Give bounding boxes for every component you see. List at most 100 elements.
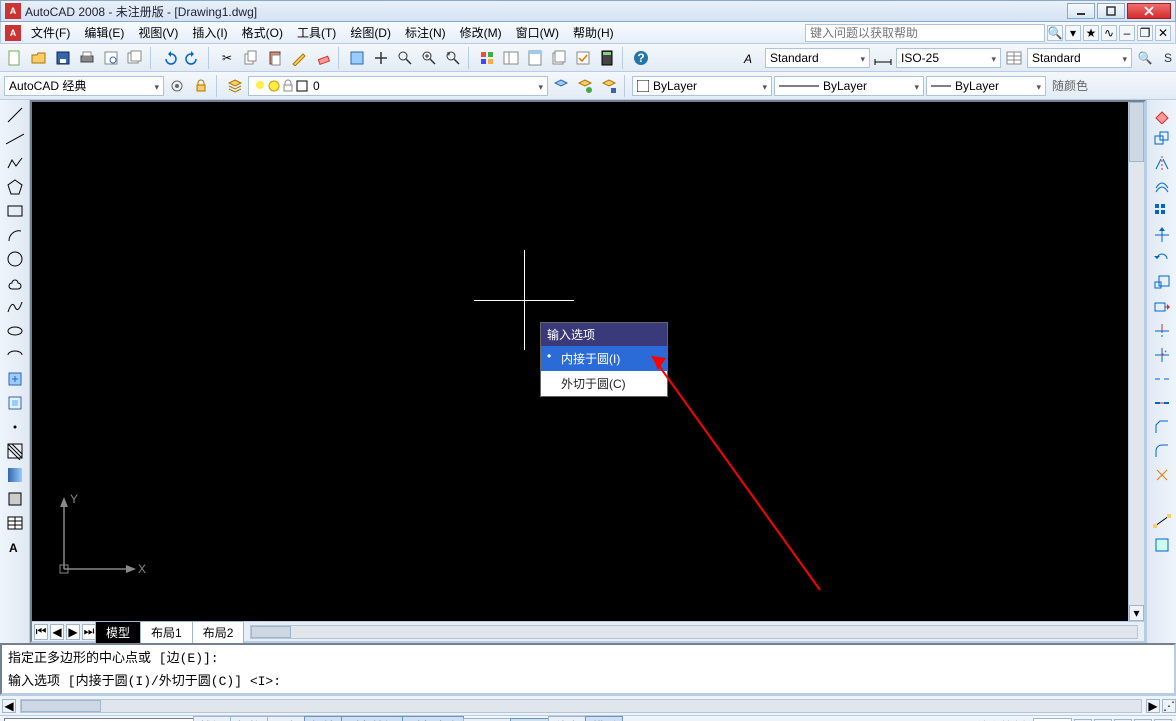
redo-icon[interactable] (182, 47, 204, 69)
cmd-scroll-right-icon[interactable]: ▶ (1146, 699, 1160, 713)
table-icon[interactable] (3, 512, 27, 534)
match-prop-icon[interactable] (288, 47, 310, 69)
dim-style-icon[interactable] (872, 47, 894, 69)
move-icon[interactable] (1150, 224, 1174, 246)
vscroll-thumb[interactable] (1129, 102, 1144, 162)
explode-icon[interactable] (1150, 464, 1174, 486)
tab-layout1[interactable]: 布局1 (140, 621, 193, 643)
menu-view[interactable]: 视图(V) (132, 22, 184, 43)
help-search-input[interactable] (805, 24, 1045, 42)
zoom-window-icon[interactable] (418, 47, 440, 69)
ellipse-icon[interactable] (3, 320, 27, 342)
rotate-icon[interactable] (1150, 248, 1174, 270)
distance-icon[interactable] (1150, 510, 1174, 532)
mtext-icon[interactable]: A (3, 536, 27, 558)
tab-prev-icon[interactable]: ◀ (50, 624, 64, 640)
save-icon[interactable] (52, 47, 74, 69)
toggle-ducs[interactable]: DUCS (463, 718, 511, 721)
toggle-lwt[interactable]: 线宽 (548, 716, 586, 721)
menu-edit[interactable]: 编辑(E) (78, 22, 130, 43)
menu-draw[interactable]: 绘图(D) (344, 22, 397, 43)
make-block-icon[interactable] (3, 392, 27, 414)
maximize-button[interactable] (1097, 3, 1125, 19)
open-icon[interactable] (28, 47, 50, 69)
toggle-ortho[interactable]: 正交 (267, 716, 305, 721)
tab-first-icon[interactable]: ⏮ (34, 624, 48, 640)
fillet-icon[interactable] (1150, 440, 1174, 462)
cmd-scroll-left-icon[interactable]: ◀ (2, 699, 16, 713)
toggle-snap[interactable]: 捕捉 (193, 716, 231, 721)
horizontal-scrollbar[interactable] (250, 625, 1138, 639)
mirror-icon[interactable] (1150, 152, 1174, 174)
cmd-hscroll[interactable] (20, 699, 1142, 713)
menu-modify[interactable]: 修改(M) (454, 22, 508, 43)
block-editor-icon[interactable] (346, 47, 368, 69)
line-icon[interactable] (3, 104, 27, 126)
toggle-grid[interactable]: 栅格 (230, 716, 268, 721)
help-nav-icon[interactable]: ∿ (1101, 25, 1117, 41)
help-search-icon[interactable]: 🔍 (1047, 25, 1063, 41)
tab-model[interactable]: 模型 (95, 621, 141, 643)
workspace-dropdown[interactable]: AutoCAD 经典 (4, 76, 164, 96)
point-icon[interactable] (3, 416, 27, 438)
cut-icon[interactable]: ✂ (216, 47, 238, 69)
insert-block-icon[interactable] (3, 368, 27, 390)
properties-icon[interactable] (476, 47, 498, 69)
xline-icon[interactable] (3, 128, 27, 150)
pline-icon[interactable] (3, 152, 27, 174)
lineweight-dropdown[interactable]: ByLayer (926, 76, 1046, 96)
mdi-minimize-button[interactable]: – (1119, 25, 1135, 41)
linetype-dropdown[interactable]: ByLayer (774, 76, 924, 96)
sheet-set-icon[interactable] (548, 47, 570, 69)
copy-obj-icon[interactable] (1150, 128, 1174, 150)
array-icon[interactable] (1150, 200, 1174, 222)
vertical-scrollbar[interactable]: ▴ ▾ (1128, 102, 1144, 621)
mdi-restore-button[interactable]: ❐ (1137, 25, 1153, 41)
undo-icon[interactable] (158, 47, 180, 69)
option-circumscribed[interactable]: 外切于圆(C) (541, 371, 667, 396)
anno-scale-dropdown[interactable]: 1:1▾ (1033, 718, 1072, 721)
menu-insert[interactable]: 插入(I) (186, 22, 233, 43)
cmd-hscroll-thumb[interactable] (21, 700, 101, 712)
revcloud-icon[interactable] (3, 272, 27, 294)
close-button[interactable] (1127, 3, 1171, 19)
mdi-close-button[interactable]: ✕ (1155, 25, 1171, 41)
toggle-otrack[interactable]: 对象追踪 (402, 716, 464, 721)
menu-help[interactable]: 帮助(H) (567, 22, 620, 43)
pan-icon[interactable] (370, 47, 392, 69)
polygon-icon[interactable] (3, 176, 27, 198)
layer-states-icon[interactable] (574, 75, 596, 97)
eraser-icon[interactable] (312, 47, 334, 69)
join-icon[interactable] (1150, 392, 1174, 414)
help-dropdown-icon[interactable]: ▾ (1065, 25, 1081, 41)
calculator-icon[interactable] (596, 47, 618, 69)
menu-window[interactable]: 窗口(W) (510, 22, 565, 43)
toolbar-lock-icon[interactable] (190, 75, 212, 97)
help-star-icon[interactable]: ★ (1083, 25, 1099, 41)
zoom-previous-icon[interactable] (442, 47, 464, 69)
command-window[interactable]: 指定正多边形的中心点或 [边(E)]: 输入选项 [内接于圆(I)/外切于圆(C… (0, 643, 1176, 695)
rectangle-icon[interactable] (3, 200, 27, 222)
coordinates-readout[interactable]: 1910.6003, 1208.8235, 0.0000 (4, 718, 194, 721)
minimize-button[interactable] (1067, 3, 1095, 19)
toggle-dyn[interactable]: DYN (510, 718, 549, 721)
layer-manager-icon[interactable] (224, 75, 246, 97)
tool-palettes-icon[interactable] (524, 47, 546, 69)
toggle-model[interactable]: 模型 (585, 716, 623, 721)
layer-state-dropdown[interactable]: 0 (248, 76, 548, 96)
tab-next-icon[interactable]: ▶ (66, 624, 80, 640)
menu-tools[interactable]: 工具(T) (291, 22, 342, 43)
markup-icon[interactable] (572, 47, 594, 69)
hatch-icon[interactable] (3, 440, 27, 462)
style-manager-icon[interactable]: 🔍 (1134, 47, 1156, 69)
menu-file[interactable]: 文件(F) (25, 22, 76, 43)
layer-prev-icon[interactable] (550, 75, 572, 97)
stretch-icon[interactable] (1150, 296, 1174, 318)
print-icon[interactable] (76, 47, 98, 69)
cmd-resize-icon[interactable]: ⋰ (1162, 699, 1176, 713)
scale-icon[interactable] (1150, 272, 1174, 294)
help-icon[interactable]: ? (630, 47, 652, 69)
gradient-icon[interactable] (3, 464, 27, 486)
trim-icon[interactable] (1150, 320, 1174, 342)
color-dropdown[interactable]: ByLayer (632, 76, 772, 96)
